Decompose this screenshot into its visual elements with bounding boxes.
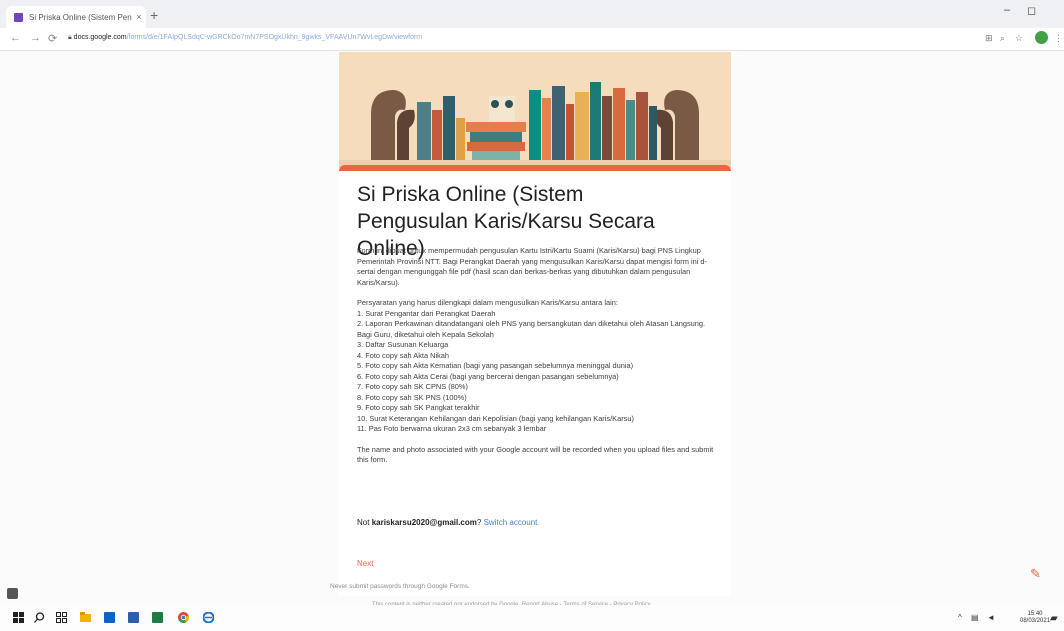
requirement-item: 1. Surat Pengantar dari Perangkat Daerah	[357, 308, 496, 318]
chrome-icon[interactable]	[178, 612, 189, 623]
translate-icon[interactable]: ⊞	[985, 33, 993, 44]
switch-account-link[interactable]: Switch account	[484, 518, 538, 527]
windows-start-icon[interactable]	[13, 612, 24, 623]
clock-time: 15:40	[1027, 611, 1043, 617]
zoom-icon[interactable]: ⌕	[1000, 33, 1005, 44]
next-button[interactable]: Next	[357, 559, 373, 568]
tab-title: Si Priska Online (Sistem Pengus	[29, 12, 132, 22]
word-icon[interactable]	[128, 612, 139, 623]
side-panel-icon[interactable]	[7, 588, 18, 599]
form-intro: Form ini dibuat untuk mempermudah pengus…	[357, 246, 707, 287]
tray-chevron-icon[interactable]: ^	[958, 613, 962, 622]
maximize-button[interactable]: ◻	[1027, 4, 1036, 17]
taskbar-clock[interactable]: 15:40 08/03/2021	[1020, 611, 1050, 625]
volume-icon[interactable]: ◄	[987, 613, 995, 622]
url-field[interactable]: 🔒︎ docs.google.com/forms/d/e/1FAIpQLSdqC…	[68, 34, 422, 42]
profile-avatar[interactable]	[1035, 31, 1048, 44]
requirements-heading: Persyaratan yang harus dilengkapi dalam …	[357, 298, 618, 307]
account-prefix: Not	[357, 518, 370, 527]
excel-icon[interactable]	[152, 612, 163, 623]
requirement-item: 11. Pas Foto berwarna ukuran 2x3 cm seba…	[357, 424, 547, 433]
network-icon[interactable]: ▤	[971, 613, 979, 622]
url-domain: docs.google.com	[73, 34, 127, 41]
forward-arrow-icon[interactable]: →	[30, 32, 41, 44]
new-tab-button[interactable]: +	[150, 7, 158, 23]
bookshelf-illustration	[339, 52, 731, 168]
reload-icon[interactable]: ⟳	[48, 32, 57, 45]
store-icon[interactable]	[104, 612, 115, 623]
task-view-icon[interactable]	[56, 612, 67, 623]
close-tab-icon[interactable]: ×	[132, 12, 146, 22]
requirement-item: 10. Surat Keterangan Kehilangan dari Kep…	[357, 413, 634, 423]
form-description: Form ini dibuat untuk mempermudah pengus…	[357, 246, 719, 466]
file-explorer-icon[interactable]	[80, 612, 91, 623]
edit-pencil-icon[interactable]: ✎	[1030, 566, 1041, 582]
requirement-item: 3. Daftar Susunan Keluarga	[357, 340, 449, 349]
form-card: Si Priska Online (Sistem Pengusulan Kari…	[339, 165, 731, 596]
no-password-note: Never submit passwords through Google Fo…	[330, 583, 470, 590]
requirement-item: 7. Foto copy sah SK CPNS (80%)	[357, 382, 468, 391]
url-path: /forms/d/e/1FAIpQLSdqC-wGRCkOo7mN7PSOgxU…	[126, 34, 423, 41]
browser-tab[interactable]: Si Priska Online (Sistem Pengus ×	[6, 6, 146, 28]
account-suffix: ?	[476, 518, 482, 527]
back-arrow-icon[interactable]: ←	[10, 32, 21, 44]
account-email: kariskarsu2020@gmail.com	[371, 518, 477, 527]
requirement-item: 6. Foto copy sah Akta Cerai (bagi yang b…	[357, 371, 619, 381]
requirement-item: 9. Foto copy sah SK Pangkat terakhir	[357, 403, 480, 412]
privacy-note: The name and photo associated with your …	[357, 444, 714, 465]
notification-icon[interactable]: ▰	[1050, 613, 1058, 624]
form-header-image	[339, 52, 731, 168]
windows-taskbar: ^ ▤ ◄ 15:40 08/03/2021 ▰	[0, 605, 1064, 631]
browser-tab-strip: Si Priska Online (Sistem Pengus × + – ◻	[0, 0, 1064, 28]
requirement-item: 2. Laporan Perkawinan ditandatangani ole…	[357, 319, 706, 339]
edge-icon[interactable]	[203, 612, 214, 623]
clock-date: 08/03/2021	[1020, 618, 1051, 624]
bookmark-star-icon[interactable]: ☆	[1015, 33, 1023, 44]
minimize-button[interactable]: –	[1004, 4, 1010, 16]
account-line: Not kariskarsu2020@gmail.com? Switch acc…	[357, 518, 537, 527]
address-bar: ← → ⟳ 🔒︎ docs.google.com/forms/d/e/1FAIp…	[0, 28, 1064, 51]
requirement-item: 4. Foto copy sah Akta Nikah	[357, 350, 450, 360]
google-forms-icon	[14, 12, 23, 22]
menu-kebab-icon[interactable]: ⋮	[1054, 33, 1063, 44]
requirement-item: 8. Foto copy sah SK PNS (100%)	[357, 392, 467, 402]
search-icon[interactable]	[34, 612, 45, 623]
requirement-item: 5. Foto copy sah Akta Kematian (bagi yan…	[357, 361, 634, 370]
